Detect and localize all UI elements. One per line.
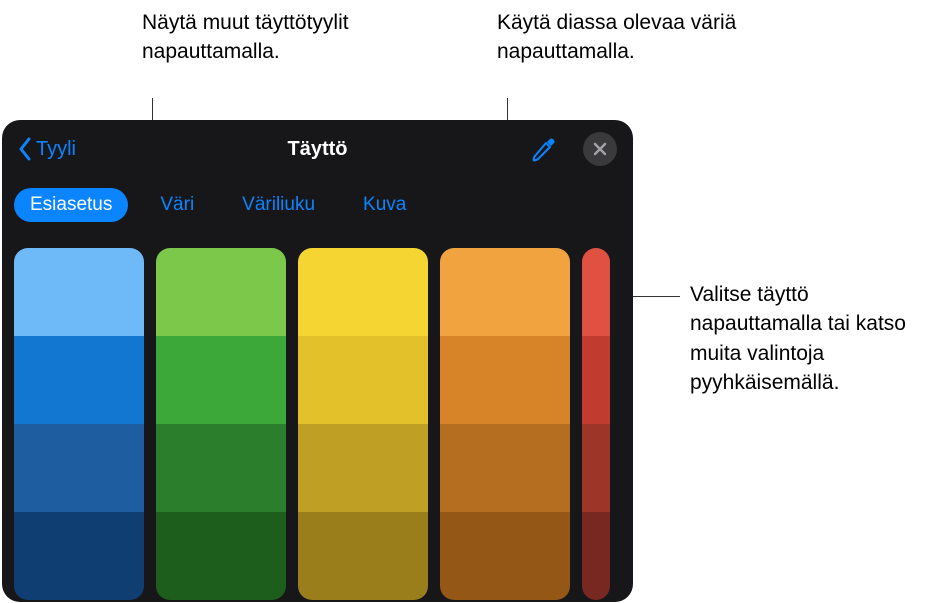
- fill-panel: Tyyli Täyttö Esiasetus Väri Väriliuku Ku…: [2, 120, 633, 602]
- eyedropper-button[interactable]: [529, 136, 559, 166]
- swatch-column: [440, 248, 570, 600]
- callout-swatch: Valitse täyttö napauttamalla tai katso m…: [690, 280, 935, 398]
- color-swatch[interactable]: [156, 248, 286, 336]
- color-swatch[interactable]: [440, 248, 570, 336]
- callout-eyedropper: Käytä diassa olevaa väriä napauttamalla.: [497, 8, 777, 67]
- color-swatch[interactable]: [298, 424, 428, 512]
- callout-filltypes: Näytä muut täyttötyylit napauttamalla.: [142, 8, 422, 67]
- color-swatch[interactable]: [298, 336, 428, 424]
- color-swatch[interactable]: [156, 424, 286, 512]
- panel-title: Täyttö: [288, 138, 348, 161]
- close-button[interactable]: [583, 132, 617, 166]
- back-button[interactable]: Tyyli: [18, 137, 76, 161]
- eyedropper-icon: [529, 136, 559, 166]
- swatch-column: [582, 248, 610, 600]
- color-swatch[interactable]: [582, 512, 610, 600]
- color-swatch[interactable]: [440, 424, 570, 512]
- color-swatch[interactable]: [156, 336, 286, 424]
- swatch-column: [14, 248, 144, 600]
- color-swatch[interactable]: [582, 424, 610, 512]
- color-swatch[interactable]: [582, 336, 610, 424]
- color-swatch[interactable]: [298, 248, 428, 336]
- tab-image[interactable]: Kuva: [347, 188, 422, 222]
- color-swatch[interactable]: [440, 336, 570, 424]
- swatch-column: [156, 248, 286, 600]
- back-label: Tyyli: [36, 138, 76, 161]
- color-swatch[interactable]: [440, 512, 570, 600]
- close-icon: [593, 142, 607, 156]
- color-swatch[interactable]: [298, 512, 428, 600]
- fill-tabs: Esiasetus Väri Väriliuku Kuva: [2, 178, 633, 238]
- color-swatch[interactable]: [14, 336, 144, 424]
- color-swatch[interactable]: [14, 512, 144, 600]
- swatch-grid[interactable]: [2, 238, 633, 600]
- swatch-column: [298, 248, 428, 600]
- color-swatch[interactable]: [156, 512, 286, 600]
- tab-gradient[interactable]: Väriliuku: [226, 188, 331, 222]
- color-swatch[interactable]: [582, 248, 610, 336]
- color-swatch[interactable]: [14, 248, 144, 336]
- color-swatch[interactable]: [14, 424, 144, 512]
- tab-preset[interactable]: Esiasetus: [14, 188, 128, 222]
- tab-color[interactable]: Väri: [144, 188, 210, 222]
- chevron-left-icon: [18, 137, 32, 161]
- panel-header: Tyyli Täyttö: [2, 120, 633, 178]
